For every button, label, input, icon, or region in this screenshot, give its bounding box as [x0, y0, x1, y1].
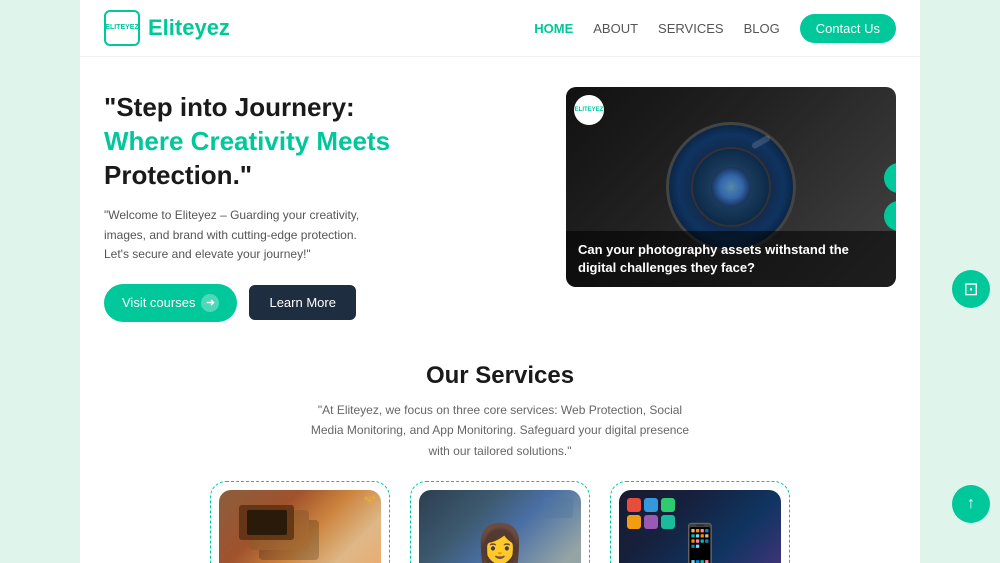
hero-image-caption: Can your photography assets withstand th… [566, 231, 896, 287]
service-card-img-social: 👩 [419, 490, 581, 563]
services-title: Our Services [104, 362, 896, 390]
service-card-img-web: 🤝 [219, 490, 381, 563]
camera-lens-core [711, 167, 751, 207]
service-card-web: 🤝 [210, 481, 390, 563]
hero-left: "Step into Journery: Where Creativity Me… [104, 87, 542, 322]
nav-blog[interactable]: BLOG [744, 21, 780, 36]
nav-services[interactable]: SERVICES [658, 21, 724, 36]
service-card-img-app: 📱 [619, 490, 781, 563]
page-background: ⊡ ↑ ELITEYEZ Eliteyez HOME ABOUT SERVICE… [0, 0, 1000, 563]
hero-subtext: "Welcome to Eliteyez – Guarding your cre… [104, 206, 384, 264]
nav-about[interactable]: ABOUT [593, 21, 638, 36]
service-card-app: 📱 [610, 481, 790, 563]
service-cards: 🤝 👩 📱 [104, 481, 896, 563]
chat-float-button[interactable]: ⊡ [952, 270, 990, 308]
services-section: Our Services "At Eliteyez, we focus on t… [80, 342, 920, 563]
chat-icon: ⊡ [963, 279, 978, 300]
brand: ELITEYEZ Eliteyez [104, 10, 230, 46]
services-description: "At Eliteyez, we focus on three core ser… [300, 400, 700, 461]
scroll-up-icon: ↑ [967, 495, 975, 513]
hero-buttons: Visit courses ➜ Learn More [104, 284, 542, 322]
contact-button[interactable]: Contact Us [800, 14, 896, 43]
service-card-social: 👩 [410, 481, 590, 563]
arrow-icon: ➜ [201, 294, 219, 312]
scroll-top-button[interactable]: ↑ [952, 485, 990, 523]
hero-section: "Step into Journery: Where Creativity Me… [80, 57, 920, 342]
navbar: ELITEYEZ Eliteyez HOME ABOUT SERVICES BL… [80, 0, 920, 57]
nav-links: HOME ABOUT SERVICES BLOG Contact Us [534, 14, 896, 43]
hero-image-logo: ELITEYEZ [574, 95, 604, 125]
nav-home[interactable]: HOME [534, 21, 573, 36]
main-content-card: ELITEYEZ Eliteyez HOME ABOUT SERVICES BL… [80, 0, 920, 563]
brand-name: Eliteyez [148, 15, 230, 41]
hero-heading: "Step into Journery: Where Creativity Me… [104, 91, 542, 192]
learn-more-button[interactable]: Learn More [249, 285, 355, 320]
hero-image: ELITEYEZ Can your photography assets wit… [566, 87, 896, 287]
lens-reflection [751, 134, 771, 149]
visit-courses-button[interactable]: Visit courses ➜ [104, 284, 237, 322]
camera-lens-inner [691, 147, 771, 227]
brand-logo: ELITEYEZ [104, 10, 140, 46]
